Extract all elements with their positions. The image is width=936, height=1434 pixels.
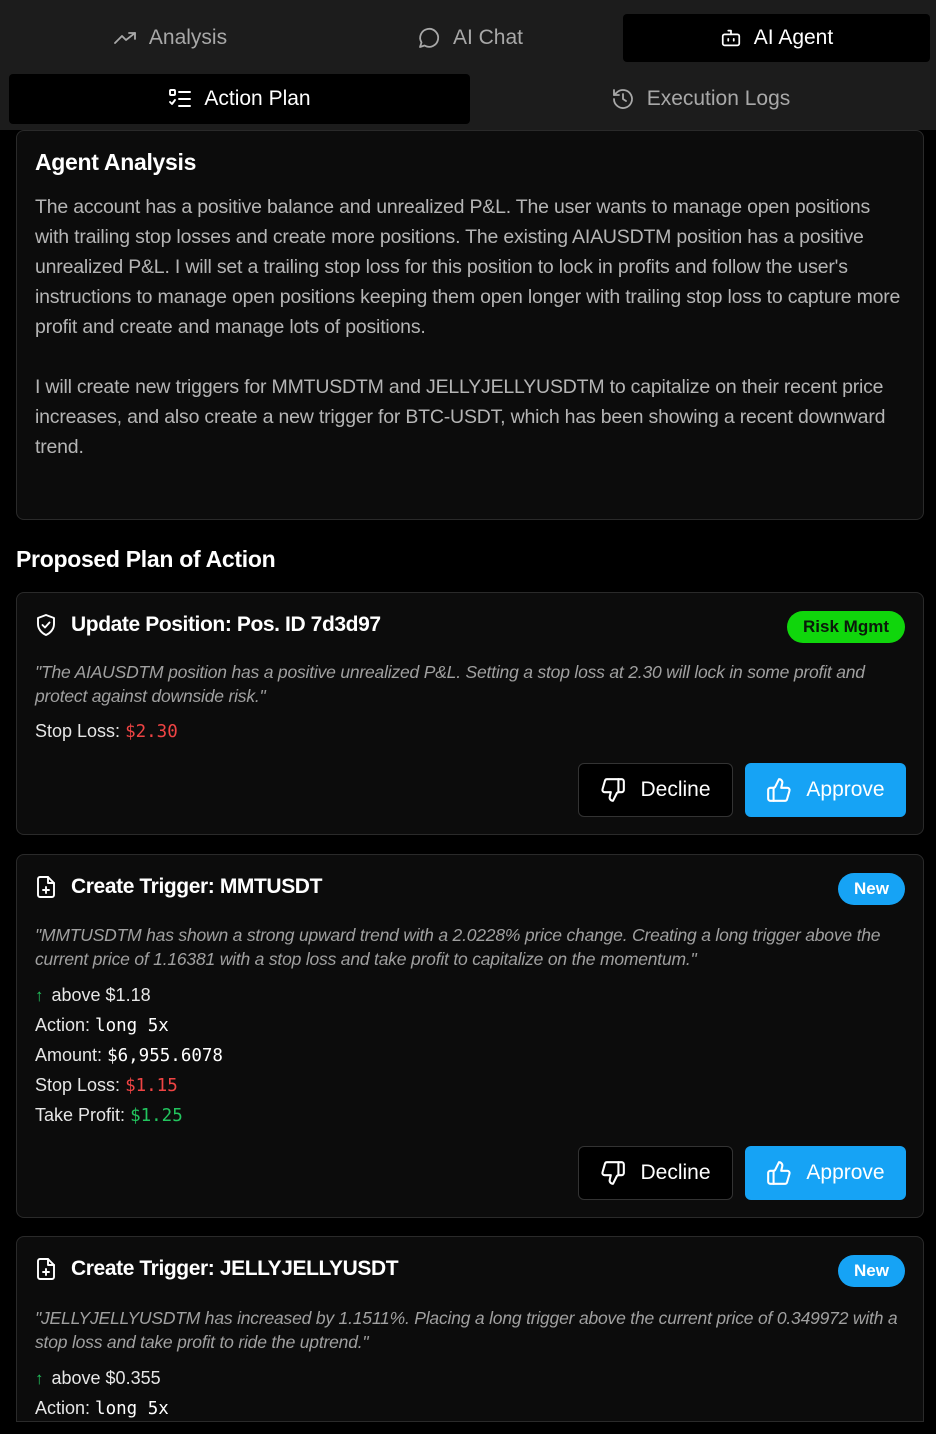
file-plus-icon	[37, 1258, 55, 1280]
trending-up-icon	[113, 32, 136, 44]
approve-button[interactable]: Approve	[745, 763, 906, 817]
agent-analysis-paragraph: The account has a positive balance and u…	[35, 196, 901, 338]
tab-action-plan[interactable]: Action Plan	[9, 74, 470, 124]
chat-bubble-icon	[419, 27, 440, 48]
action-field: Action: long 5x	[35, 1398, 169, 1419]
history-icon	[612, 89, 633, 109]
list-checks-icon	[169, 89, 192, 107]
stop-loss-label: Stop Loss:	[35, 721, 121, 741]
new-badge: New	[838, 1255, 905, 1287]
stop-loss-field: Stop Loss: $1.15	[35, 1075, 178, 1096]
amount-value: $6,955.6078	[107, 1045, 223, 1066]
agent-analysis-title: Agent Analysis	[35, 149, 197, 175]
plan-item-reason: "MMTUSDTM has shown a strong upward tren…	[35, 925, 881, 969]
plan-item-header: Create Trigger: MMTUSDT	[35, 875, 322, 899]
plan-item-title: Create Trigger: MMTUSDT	[71, 875, 322, 898]
tab-action-plan-label: Action Plan	[204, 87, 311, 110]
shield-check-icon	[37, 614, 55, 636]
take-profit-label: Take Profit:	[35, 1105, 126, 1125]
stop-loss-value: $1.15	[125, 1075, 178, 1096]
condition-text: above $0.355	[51, 1368, 161, 1388]
tab-analysis[interactable]: Analysis	[20, 14, 320, 62]
robot-icon	[721, 29, 740, 47]
action-label: Action:	[35, 1398, 91, 1418]
approve-label: Approve	[806, 1161, 885, 1184]
tab-ai-agent[interactable]: AI Agent	[623, 14, 930, 62]
trigger-condition: ↑ above $1.18	[35, 985, 151, 1006]
agent-analysis-card: Agent Analysis The account has a positiv…	[16, 130, 924, 520]
take-profit-value: $1.25	[130, 1105, 183, 1126]
main-tabs: Analysis AI Chat AI Agent	[0, 8, 936, 66]
top-navigation: Analysis AI Chat AI Agent Action Plan Ex…	[0, 0, 936, 130]
decline-label: Decline	[640, 1161, 711, 1184]
file-plus-icon	[37, 876, 55, 898]
decline-button[interactable]: Decline	[578, 763, 733, 817]
decline-button[interactable]: Decline	[578, 1146, 733, 1200]
risk-mgmt-badge: Risk Mgmt	[787, 611, 905, 643]
plan-item-title: Update Position: Pos. ID 7d3d97	[71, 613, 381, 636]
plan-item-title: Create Trigger: JELLYJELLYUSDT	[71, 1257, 399, 1280]
tab-ai-chat-label: AI Chat	[452, 26, 524, 49]
plan-item-card: Create Trigger: MMTUSDT New "MMTUSDTM ha…	[16, 854, 924, 1218]
stop-loss-value: $2.30	[125, 721, 178, 742]
take-profit-field: Take Profit: $1.25	[35, 1105, 183, 1126]
plan-item-header: Create Trigger: JELLYJELLYUSDT	[35, 1257, 399, 1281]
arrow-up-icon: ↑	[35, 985, 44, 1005]
tab-analysis-label: Analysis	[148, 26, 228, 49]
thumbs-up-icon	[767, 778, 791, 802]
tab-execution-logs-label: Execution Logs	[646, 87, 791, 110]
approve-label: Approve	[806, 778, 885, 801]
tab-ai-chat[interactable]: AI Chat	[320, 14, 620, 62]
agent-subtabs: Action Plan Execution Logs	[0, 70, 936, 128]
plan-item-reason: "JELLYJELLYUSDTM has increased by 1.1511…	[35, 1308, 898, 1352]
thumbs-down-icon	[601, 1161, 626, 1185]
action-field: Action: long 5x	[35, 1015, 169, 1036]
plan-item-card: Create Trigger: JELLYJELLYUSDT New "JELL…	[16, 1236, 924, 1422]
amount-label: Amount:	[35, 1045, 103, 1065]
plan-item-card: Update Position: Pos. ID 7d3d97 Risk Mgm…	[16, 592, 924, 835]
action-value: long 5x	[95, 1015, 169, 1036]
condition-text: above $1.18	[51, 985, 151, 1005]
decline-label: Decline	[640, 778, 711, 801]
tab-execution-logs[interactable]: Execution Logs	[470, 74, 931, 124]
trigger-condition: ↑ above $0.355	[35, 1368, 161, 1389]
plan-section-title: Proposed Plan of Action	[16, 546, 276, 572]
amount-field: Amount: $6,955.6078	[35, 1045, 223, 1066]
new-badge: New	[838, 873, 905, 905]
arrow-up-icon: ↑	[35, 1368, 44, 1388]
stop-loss-label: Stop Loss:	[35, 1075, 121, 1095]
plan-item-reason: "The AIAUSDTM position has a positive un…	[35, 662, 865, 706]
thumbs-down-icon	[601, 778, 626, 802]
action-label: Action:	[35, 1015, 91, 1035]
thumbs-up-icon	[767, 1161, 791, 1185]
tab-ai-agent-label: AI Agent	[753, 26, 834, 49]
approve-button[interactable]: Approve	[745, 1146, 906, 1200]
plan-item-header: Update Position: Pos. ID 7d3d97	[35, 613, 381, 637]
action-value: long 5x	[95, 1398, 169, 1419]
agent-analysis-paragraph: I will create new triggers for MMTUSDTM …	[35, 376, 886, 458]
stop-loss-field: Stop Loss: $2.30	[35, 721, 178, 742]
